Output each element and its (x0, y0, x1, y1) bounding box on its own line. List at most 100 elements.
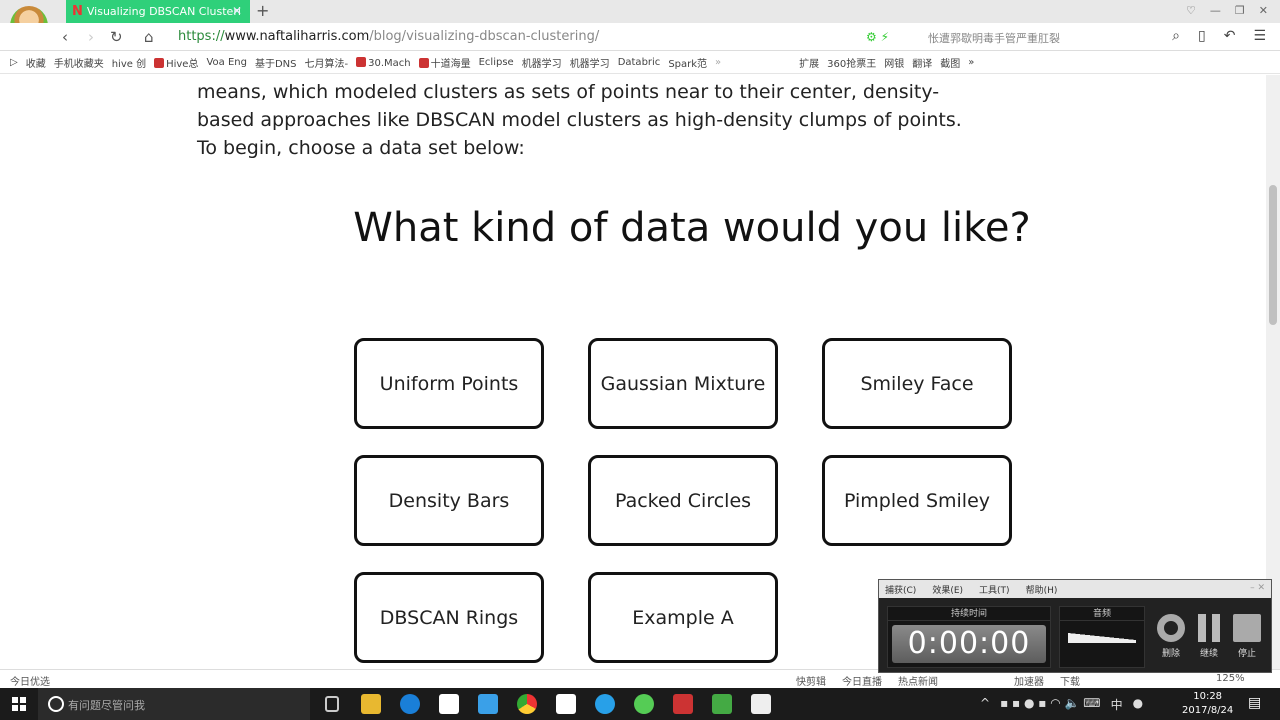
duration-timer: 0:00:00 (892, 625, 1046, 663)
ext-screenshot[interactable]: 截图 (940, 55, 960, 70)
pause-icon (1198, 614, 1220, 642)
maximize-button[interactable]: ❐ (1235, 4, 1245, 17)
status-quick-edit[interactable]: 快剪辑 (796, 673, 826, 688)
resume-button[interactable]: 继续 (1193, 614, 1225, 659)
bookmark[interactable]: 机器学习 (522, 55, 562, 70)
powerpoint-icon[interactable] (673, 694, 693, 714)
windows-start-icon[interactable] (12, 697, 26, 711)
dataset-gaussian-mixture[interactable]: Gaussian Mixture (588, 338, 778, 429)
bookmark[interactable]: Hive总 (154, 55, 198, 70)
app-icon[interactable] (556, 694, 576, 714)
undo-icon[interactable]: ↶ (1224, 28, 1236, 44)
skin-icon[interactable]: ♡ (1186, 4, 1196, 17)
bookmark-label: 30.Mach (368, 57, 411, 69)
scrollbar-thumb[interactable] (1269, 185, 1277, 325)
menu-tools[interactable]: 工具(T) (979, 583, 1010, 596)
dataset-example-a[interactable]: Example A (588, 572, 778, 663)
menu-capture[interactable]: 捕获(C) (885, 583, 916, 596)
360-browser-icon[interactable] (634, 694, 654, 714)
minimize-button[interactable]: — (1210, 4, 1221, 17)
dataset-uniform-points[interactable]: Uniform Points (354, 338, 544, 429)
recorder-window: 捕获(C) 效果(E) 工具(T) 帮助(H) – ✕ 持续时间 0:00:00 音频 … (878, 579, 1272, 673)
stop-button[interactable]: 停止 (1231, 614, 1263, 659)
ext-ticket[interactable]: 360抢票王 (827, 55, 876, 70)
dataset-density-bars[interactable]: Density Bars (354, 455, 544, 546)
delete-label: 删除 (1161, 649, 1180, 659)
search-icon[interactable]: ⌕ (1172, 28, 1180, 44)
camtasia-recorder-icon[interactable] (751, 694, 771, 714)
url-scheme: https:// (178, 29, 225, 44)
taskbar: 有问题尽管问我 ^ ▪ ▪ ● ▪ ◠ 🔈 ⌨ 中 ● 10:28 2017/8/24 … (0, 688, 1280, 720)
bookmark[interactable]: Databric (618, 57, 661, 68)
intro-text: means, which modeled clusters as sets of… (197, 81, 962, 159)
ext-more[interactable]: » (968, 57, 974, 68)
dataset-smiley-face[interactable]: Smiley Face (822, 338, 1012, 429)
status-live[interactable]: 今日直播 (842, 673, 882, 688)
status-accelerator[interactable]: 加速器 (1014, 673, 1044, 688)
new-tab-button[interactable]: + (256, 1, 269, 20)
tray-app-icon[interactable]: ● (1133, 696, 1143, 713)
status-download[interactable]: 下载 (1060, 673, 1080, 688)
bookmark[interactable]: 七月算法- (304, 55, 348, 70)
task-view-icon[interactable] (325, 696, 339, 712)
menu-effects[interactable]: 效果(E) (932, 583, 963, 596)
duration-panel: 持续时间 0:00:00 (887, 606, 1051, 668)
more-bookmarks[interactable]: » (715, 57, 721, 68)
camtasia-icon[interactable] (712, 694, 732, 714)
store-icon[interactable] (439, 694, 459, 714)
app-icon[interactable] (478, 694, 498, 714)
bookmark-label: 十道海量 (430, 59, 471, 70)
daily-picks[interactable]: 今日优选 (10, 673, 50, 688)
status-news[interactable]: 热点新闻 (898, 673, 938, 688)
bookmark[interactable]: 基于DNS (255, 55, 297, 70)
bookmark[interactable]: 收藏 (26, 55, 46, 70)
url-input[interactable]: https://www.naftaliharris.com/blog/visua… (178, 29, 599, 44)
clock[interactable]: 10:28 2017/8/24 (1182, 690, 1233, 718)
url-path: /blog/visualizing-dbscan-clustering/ (369, 29, 600, 44)
back-button[interactable]: ‹ (62, 28, 68, 46)
reload-button[interactable]: ↻ (110, 28, 123, 46)
ext-extensions[interactable]: 扩展 (799, 55, 819, 70)
tab-dbscan[interactable]: N Visualizing DBSCAN Clusteri ✕ (66, 0, 250, 23)
tray-chevron-icon[interactable]: ^ (980, 696, 990, 713)
mobile-icon[interactable]: ▯ (1198, 28, 1206, 44)
dataset-pimpled-smiley[interactable]: Pimpled Smiley (822, 455, 1012, 546)
bookmarks-toggle-icon[interactable]: ▷ (10, 57, 18, 68)
bookmark[interactable]: Eclipse (479, 57, 514, 68)
file-explorer-icon[interactable] (361, 694, 381, 714)
bookmark[interactable]: 30.Mach (356, 56, 411, 69)
search-input[interactable]: 怅遭郛歇明毒手管严重肛裂 (928, 30, 1060, 46)
notification-icon[interactable]: ▤ (1248, 695, 1261, 711)
close-tab-icon[interactable]: ✕ (232, 4, 242, 18)
cortana-search[interactable]: 有问题尽管问我 (38, 688, 310, 720)
bookmark[interactable]: 机器学习 (570, 55, 610, 70)
forward-button[interactable]: › (88, 28, 94, 46)
tray-icons[interactable]: ▪ ▪ ● ▪ ◠ 🔈 ⌨ (1000, 696, 1101, 713)
bookmark[interactable]: Spark范 (668, 55, 707, 70)
close-window-button[interactable]: ✕ (1259, 4, 1268, 17)
audio-level-slider[interactable] (1068, 633, 1136, 643)
status-zoom[interactable]: 125% (1216, 673, 1245, 688)
menu-icon[interactable]: ☰ (1253, 28, 1266, 44)
ime-indicator[interactable]: 中 (1111, 696, 1123, 713)
bookmark[interactable]: hive 创 (112, 55, 146, 70)
bookmark[interactable]: 十道海量 (418, 55, 471, 70)
delete-button[interactable]: 删除 (1155, 614, 1187, 659)
app-icon[interactable] (595, 694, 615, 714)
dataset-packed-circles[interactable]: Packed Circles (588, 455, 778, 546)
bookmark[interactable]: Voa Eng (206, 57, 247, 68)
bookmark-favicon-icon (154, 58, 165, 68)
bookmark-label: Hive总 (166, 59, 199, 70)
speed-icon[interactable]: ⚙ ⚡ (866, 30, 889, 44)
bookmark[interactable]: 手机收藏夹 (54, 55, 104, 70)
tab-bar: N Visualizing DBSCAN Clusteri ✕ + ♡ — ❐ ✕ (0, 0, 1280, 23)
ext-translate[interactable]: 翻译 (912, 55, 932, 70)
bookmark-favicon-icon (356, 56, 367, 67)
menu-help[interactable]: 帮助(H) (1026, 583, 1058, 596)
edge-icon[interactable] (400, 694, 420, 714)
chrome-icon[interactable] (517, 694, 537, 714)
dataset-dbscan-rings[interactable]: DBSCAN Rings (354, 572, 544, 663)
recorder-close-icon[interactable]: – ✕ (1250, 583, 1265, 595)
ext-bank[interactable]: 网银 (884, 55, 904, 70)
home-button[interactable]: ⌂ (144, 28, 154, 46)
